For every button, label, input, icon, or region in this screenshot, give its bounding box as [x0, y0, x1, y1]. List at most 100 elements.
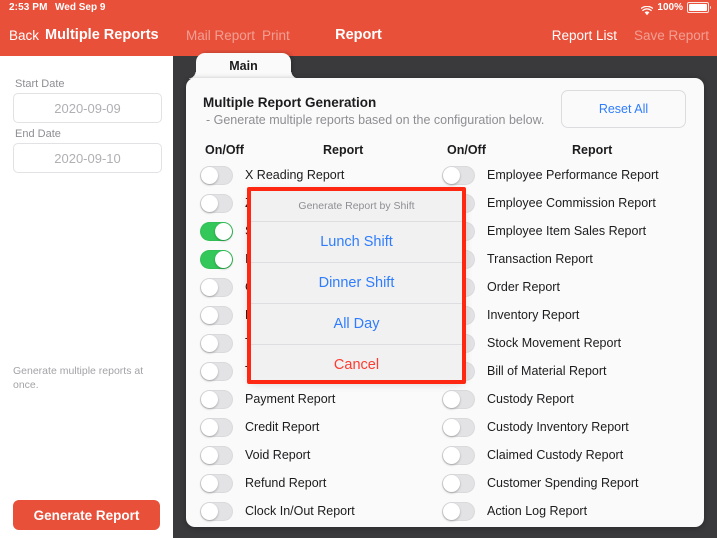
report-name-label: Void Report — [245, 448, 311, 462]
toggle-knob — [201, 418, 218, 436]
battery-percent: 100% — [657, 2, 683, 13]
toggle-switch[interactable] — [200, 473, 233, 493]
report-name-label: Order Report — [487, 280, 560, 294]
toggle-switch[interactable] — [200, 193, 233, 213]
report-name-label: Employee Commission Report — [487, 196, 656, 210]
table-row[interactable]: Transaction Report — [442, 245, 700, 273]
table-row[interactable]: Credit Report — [200, 413, 450, 441]
toggle-knob — [443, 418, 460, 436]
toggle-knob — [201, 278, 218, 296]
toggle-switch[interactable] — [200, 501, 233, 521]
toggle-switch[interactable] — [200, 361, 233, 381]
toggle-switch[interactable] — [442, 389, 475, 409]
toggle-knob — [201, 334, 218, 352]
toggle-knob — [201, 194, 218, 212]
table-row[interactable]: Custody Report — [442, 385, 700, 413]
toggle-knob — [215, 250, 232, 268]
status-bar: 2:53 PM Wed Sep 9 100% — [0, 0, 717, 18]
toggle-knob — [443, 166, 460, 184]
end-date-input[interactable]: 2020-09-10 — [13, 143, 162, 173]
sheet-option-lunch-shift[interactable]: Lunch Shift — [250, 222, 463, 263]
sidebar-description: Generate multiple reports at once. — [13, 365, 144, 391]
report-name-label: X Reading Report — [245, 168, 345, 182]
status-indicators: 100% — [641, 2, 711, 15]
report-name-label: Action Log Report — [487, 504, 588, 518]
save-report-button[interactable]: Save Report — [634, 28, 709, 43]
table-row[interactable]: Clock In/Out Report — [200, 497, 450, 525]
table-row[interactable]: Custody Inventory Report — [442, 413, 700, 441]
toggle-knob — [201, 390, 218, 408]
report-name-label: Bill of Material Report — [487, 364, 607, 378]
sheet-title: Generate Report by Shift — [250, 190, 463, 222]
table-row[interactable]: Employee Item Sales Report — [442, 217, 700, 245]
toggle-switch[interactable] — [200, 165, 233, 185]
table-row[interactable]: Claimed Custody Report — [442, 441, 700, 469]
toggle-switch[interactable] — [200, 305, 233, 325]
toggle-switch[interactable] — [442, 165, 475, 185]
table-row[interactable]: Employee Performance Report — [442, 161, 700, 189]
table-row[interactable]: Payment Report — [200, 385, 450, 413]
column-header-onoff-right: On/Off — [447, 143, 486, 157]
table-row[interactable]: Stock Movement Report — [442, 329, 700, 357]
tab-main-label: Main — [229, 59, 258, 73]
end-date-label: End Date — [15, 128, 61, 140]
nav-bar: Back Multiple Reports Mail Report Print … — [0, 18, 717, 56]
tab-main[interactable]: Main — [187, 53, 300, 79]
wifi-icon — [641, 3, 654, 15]
report-name-label: Employee Item Sales Report — [487, 224, 647, 238]
table-row[interactable]: Order Report — [442, 273, 700, 301]
ipad-screen: 2:53 PM Wed Sep 9 100% Back Multiple Rep… — [0, 0, 717, 538]
report-name-label: Custody Inventory Report — [487, 420, 629, 434]
report-name-label: Customer Spending Report — [487, 476, 639, 490]
toggle-switch[interactable] — [200, 249, 233, 269]
toggle-switch[interactable] — [200, 417, 233, 437]
toggle-switch[interactable] — [200, 221, 233, 241]
column-header-report-right: Report — [572, 143, 613, 157]
report-name-label: Credit Report — [245, 420, 320, 434]
toggle-knob — [201, 306, 218, 324]
table-row[interactable]: Void Report — [200, 441, 450, 469]
toggle-switch[interactable] — [442, 501, 475, 521]
toggle-switch[interactable] — [200, 445, 233, 465]
table-row[interactable]: Inventory Report — [442, 301, 700, 329]
table-row[interactable]: Customer Spending Report — [442, 469, 700, 497]
reset-all-button[interactable]: Reset All — [561, 90, 686, 128]
panel-subtitle: - Generate multiple reports based on the… — [206, 113, 545, 127]
sheet-option-dinner-shift[interactable]: Dinner Shift — [250, 263, 463, 304]
report-name-label: Payment Report — [245, 392, 336, 406]
toggle-knob — [443, 502, 460, 520]
table-row[interactable]: Bill of Material Report — [442, 357, 700, 385]
table-row[interactable]: X Reading Report — [200, 161, 450, 189]
toggle-knob — [443, 474, 460, 492]
report-name-label: Clock In/Out Report — [245, 504, 355, 518]
sheet-cancel-button[interactable]: Cancel — [250, 345, 463, 381]
start-date-label: Start Date — [15, 78, 65, 90]
sheet-option-all-day[interactable]: All Day — [250, 304, 463, 345]
table-row[interactable]: Refund Report — [200, 469, 450, 497]
start-date-input[interactable]: 2020-09-09 — [13, 93, 162, 123]
toggle-switch[interactable] — [200, 333, 233, 353]
generate-report-button[interactable]: Generate Report — [13, 500, 160, 530]
report-name-label: Claimed Custody Report — [487, 448, 624, 462]
report-name-label: Employee Performance Report — [487, 168, 659, 182]
toggle-knob — [215, 222, 232, 240]
generate-report-by-shift-sheet: Generate Report by Shift Lunch Shift Din… — [250, 190, 463, 381]
report-name-label: Custody Report — [487, 392, 574, 406]
status-time: 2:53 PM — [9, 2, 48, 13]
toggle-knob — [443, 390, 460, 408]
toggle-switch[interactable] — [200, 389, 233, 409]
toggle-knob — [201, 474, 218, 492]
toggle-knob — [201, 362, 218, 380]
panel-title: Multiple Report Generation — [203, 95, 377, 110]
column-header-report-left: Report — [323, 143, 364, 157]
report-list-button[interactable]: Report List — [552, 28, 617, 43]
toggle-knob — [201, 502, 218, 520]
toggle-switch[interactable] — [442, 473, 475, 493]
status-date: Wed Sep 9 — [55, 2, 106, 13]
column-header-onoff-left: On/Off — [205, 143, 244, 157]
table-row[interactable]: Action Log Report — [442, 497, 700, 525]
table-row[interactable]: Employee Commission Report — [442, 189, 700, 217]
toggle-switch[interactable] — [200, 277, 233, 297]
toggle-switch[interactable] — [442, 445, 475, 465]
toggle-switch[interactable] — [442, 417, 475, 437]
